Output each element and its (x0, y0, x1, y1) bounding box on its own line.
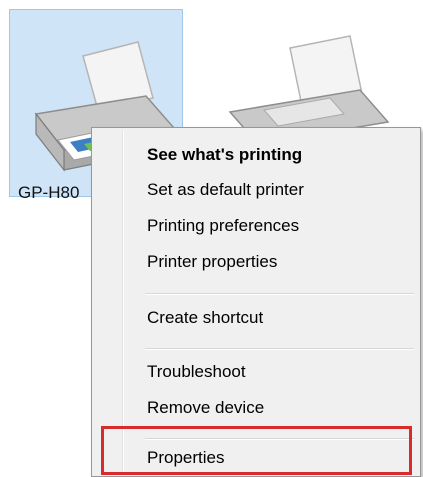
context-menu: See what's printing Set as default print… (91, 127, 421, 477)
menu-separator (145, 293, 414, 295)
menu-item-printing-preferences[interactable]: Printing preferences (94, 208, 418, 244)
menu-item-see-whats-printing[interactable]: See what's printing (94, 137, 418, 173)
menu-item-set-default-printer[interactable]: Set as default printer (94, 172, 418, 208)
menu-item-printer-properties[interactable]: Printer properties (94, 244, 418, 280)
properties-highlight-box (101, 426, 412, 475)
menu-item-troubleshoot[interactable]: Troubleshoot (94, 354, 418, 390)
menu-item-remove-device[interactable]: Remove device (94, 390, 418, 426)
printer-icon[interactable] (210, 30, 390, 140)
printer-label: GP-H80 (18, 183, 80, 202)
menu-item-create-shortcut[interactable]: Create shortcut (94, 300, 418, 336)
menu-separator (145, 348, 414, 350)
